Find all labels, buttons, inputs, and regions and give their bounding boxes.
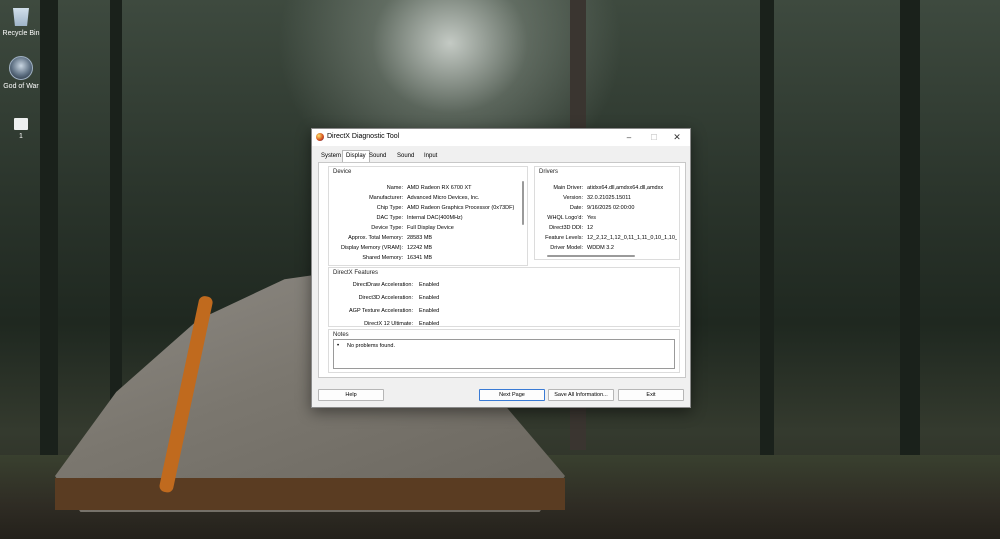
drivers-group: Drivers Main Driver: atidxx64.dll,amdxx6… xyxy=(534,166,680,260)
display-tab-panel: Device Name: AMD Radeon RX 6700 XT Manuf… xyxy=(318,162,686,378)
tab-system[interactable]: System xyxy=(318,151,344,162)
drivers-field-label: Feature Levels: xyxy=(545,235,583,241)
maximize-button[interactable]: ☐ xyxy=(643,131,665,144)
device-field-label: Manufacturer: xyxy=(369,195,403,201)
file-icon xyxy=(14,118,28,130)
drivers-field-value: 32.0.21025.15011 xyxy=(587,195,631,201)
dxdiag-window: DirectX Diagnostic Tool – ☐ ✕ System Dis… xyxy=(311,128,691,408)
window-title: DirectX Diagnostic Tool xyxy=(327,133,400,140)
notes-textbox[interactable]: • No problems found. xyxy=(333,339,675,369)
device-field-label: Shared Memory: xyxy=(362,255,403,261)
feature-label: Direct3D Acceleration: xyxy=(358,295,413,301)
feature-value: Enabled xyxy=(419,282,440,288)
drivers-field-label: Direct3D DDI: xyxy=(549,225,583,231)
background-tree xyxy=(40,0,58,470)
device-field-label: Display Memory (VRAM): xyxy=(340,245,403,251)
drivers-field-label: Date: xyxy=(569,205,583,211)
desktop-icon-folder-1[interactable]: 1 xyxy=(0,118,42,140)
device-field-label: Name: xyxy=(386,185,403,191)
device-field-value: 12242 MB xyxy=(407,245,433,251)
drivers-field-label: Version: xyxy=(563,195,583,201)
drivers-scrollbar[interactable] xyxy=(547,255,635,257)
background-tree xyxy=(760,0,774,455)
next-page-button[interactable]: Next Page xyxy=(479,389,545,401)
desktop-icon-label: God of War xyxy=(3,83,39,90)
background-tree xyxy=(900,0,920,460)
feature-value: Enabled xyxy=(419,321,440,327)
directx-features-group: DirectX Features DirectDraw Acceleration… xyxy=(328,267,680,327)
drivers-field-label: WHQL Logo'd: xyxy=(547,215,583,221)
note-text: No problems found. xyxy=(347,343,395,349)
desktop-icon-god-of-war[interactable]: God of War xyxy=(0,56,42,90)
recycle-bin-icon xyxy=(13,8,29,26)
title-bar[interactable]: DirectX Diagnostic Tool – ☐ ✕ xyxy=(312,129,690,146)
notes-group: Notes • No problems found. xyxy=(328,329,680,373)
tab-sound-2[interactable]: Sound 2 xyxy=(394,151,417,170)
feature-label: AGP Texture Acceleration: xyxy=(349,308,413,314)
drivers-field-value: atidxx64.dll,amdxx64.dll,amdxx xyxy=(587,185,664,191)
tab-sound-1[interactable]: Sound 1 xyxy=(366,151,389,170)
minimize-button[interactable]: – xyxy=(618,131,640,144)
desktop-icon-label: 1 xyxy=(19,133,23,140)
drivers-field-value: Yes xyxy=(587,215,596,221)
drivers-group-label: Drivers xyxy=(539,169,558,175)
feature-label: DirectX 12 Ultimate: xyxy=(364,321,413,327)
drivers-field-label: Main Driver: xyxy=(553,185,583,191)
device-field-label: Approx. Total Memory: xyxy=(348,235,403,241)
drivers-field-value: 9/16/2025 02:00:00 xyxy=(587,205,635,211)
feature-value: Enabled xyxy=(419,295,440,301)
feature-value: Enabled xyxy=(419,308,440,314)
drivers-field-label: Driver Model: xyxy=(550,245,583,251)
close-button[interactable]: ✕ xyxy=(666,131,688,144)
device-group: Device Name: AMD Radeon RX 6700 XT Manuf… xyxy=(328,166,528,266)
device-field-value: AMD Radeon RX 6700 XT xyxy=(407,185,472,191)
tent-base xyxy=(55,478,565,510)
drivers-field-value: 12 xyxy=(587,225,594,231)
device-field-label: Chip Type: xyxy=(376,205,403,211)
drivers-field-value: WDDM 3.2 xyxy=(587,245,614,251)
device-field-value: Advanced Micro Devices, Inc. xyxy=(407,195,480,201)
desktop-icon-label: Recycle Bin xyxy=(2,30,40,37)
god-of-war-icon xyxy=(9,56,33,80)
exit-button[interactable]: Exit xyxy=(618,389,684,401)
device-field-value: AMD Radeon Graphics Processor (0x73DF) xyxy=(407,205,515,211)
save-all-information-button[interactable]: Save All Information... xyxy=(548,389,614,401)
tab-input[interactable]: Input xyxy=(421,151,440,162)
drivers-field-value: 12_2,12_1,12_0,11_1,11_0,10_1,10_ xyxy=(587,235,677,241)
device-field-value: Full Display Device xyxy=(407,225,454,231)
desktop-icon-recycle-bin[interactable]: Recycle Bin xyxy=(0,6,42,37)
bullet-icon: • xyxy=(337,343,340,349)
feature-label: DirectDraw Acceleration: xyxy=(352,282,413,288)
directx-features-label: DirectX Features xyxy=(333,270,379,276)
device-field-label: Device Type: xyxy=(371,225,403,231)
device-field-value: Internal DAC(400MHz) xyxy=(407,215,463,221)
device-field-value: 28583 MB xyxy=(407,235,433,241)
device-group-label: Device xyxy=(333,169,352,175)
device-field-label: DAC Type: xyxy=(376,215,404,221)
help-button[interactable]: Help xyxy=(318,389,384,401)
device-field-value: 16341 MB xyxy=(407,255,433,261)
directx-app-icon xyxy=(316,133,324,141)
notes-label: Notes xyxy=(333,332,349,338)
